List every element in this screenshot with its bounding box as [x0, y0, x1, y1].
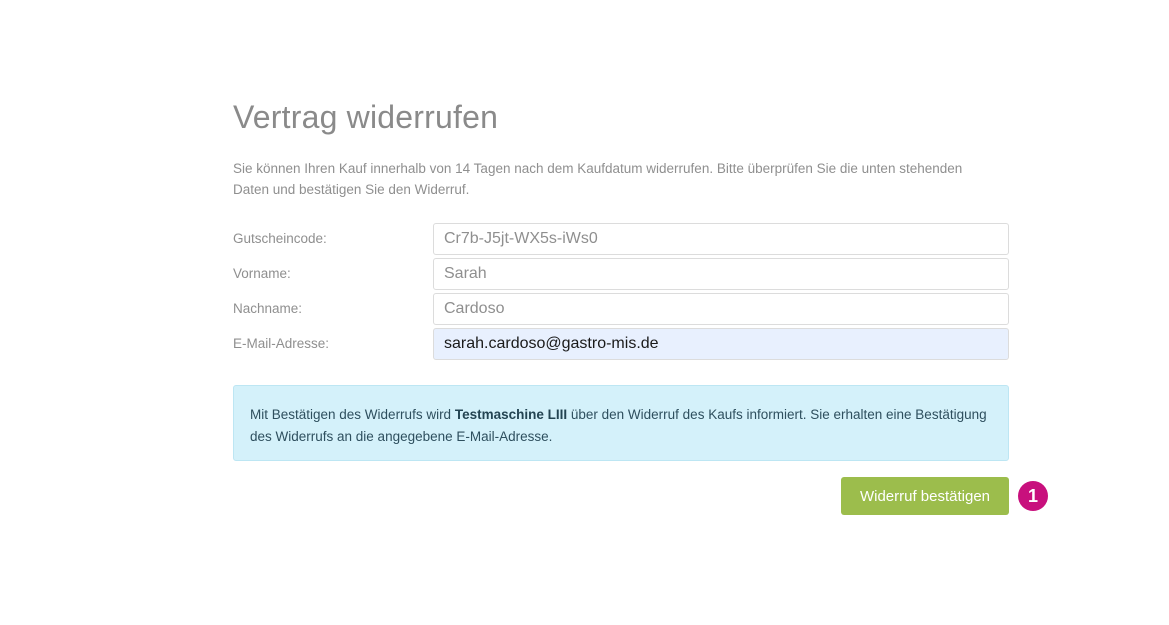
form-row-first-name: Vorname:	[233, 256, 1009, 291]
revocation-form: Gutscheincode: Vorname: Nachname: E-Mail…	[233, 221, 1009, 361]
last-name-field[interactable]	[433, 292, 1009, 325]
confirm-revocation-button[interactable]: Widerruf bestätigen	[841, 477, 1009, 515]
last-name-label: Nachname:	[233, 301, 303, 316]
form-actions: Widerruf bestätigen 1	[233, 477, 1048, 515]
form-row-email: E-Mail-Adresse:	[233, 326, 1009, 361]
email-field[interactable]	[433, 327, 1009, 360]
form-row-voucher-code: Gutscheincode:	[233, 221, 1009, 256]
step-marker-badge: 1	[1018, 481, 1048, 511]
first-name-field[interactable]	[433, 257, 1009, 290]
page: Vertrag widerrufen Sie können Ihren Kauf…	[0, 0, 1169, 625]
voucher-code-label: Gutscheincode:	[233, 231, 327, 246]
first-name-label: Vorname:	[233, 266, 291, 281]
voucher-code-field[interactable]	[433, 222, 1009, 255]
info-alert: Mit Bestätigen des Widerrufs wird Testma…	[233, 385, 1009, 461]
info-text-before: Mit Bestätigen des Widerrufs wird	[250, 407, 455, 422]
page-title: Vertrag widerrufen	[233, 99, 499, 135]
email-label: E-Mail-Adresse:	[233, 336, 330, 351]
intro-text: Sie können Ihren Kauf innerhalb von 14 T…	[233, 161, 963, 197]
form-row-last-name: Nachname:	[233, 291, 1009, 326]
merchant-name: Testmaschine LIII	[454, 407, 568, 422]
revocation-container: Vertrag widerrufen Sie können Ihren Kauf…	[233, 96, 1048, 515]
